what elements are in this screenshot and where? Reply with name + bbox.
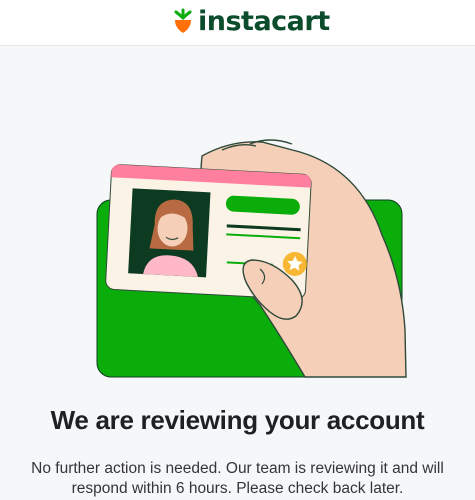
brand-name: instacart [198, 5, 330, 37]
top-header: instacart [0, 0, 475, 46]
status-message: No further action is needed. Our team is… [31, 460, 444, 497]
carrot-icon [174, 8, 192, 33]
page-title: We are reviewing your account [50, 405, 425, 435]
id-card-in-hand-illustration [96, 139, 407, 378]
instacart-logo[interactable]: instacart [172, 4, 330, 38]
